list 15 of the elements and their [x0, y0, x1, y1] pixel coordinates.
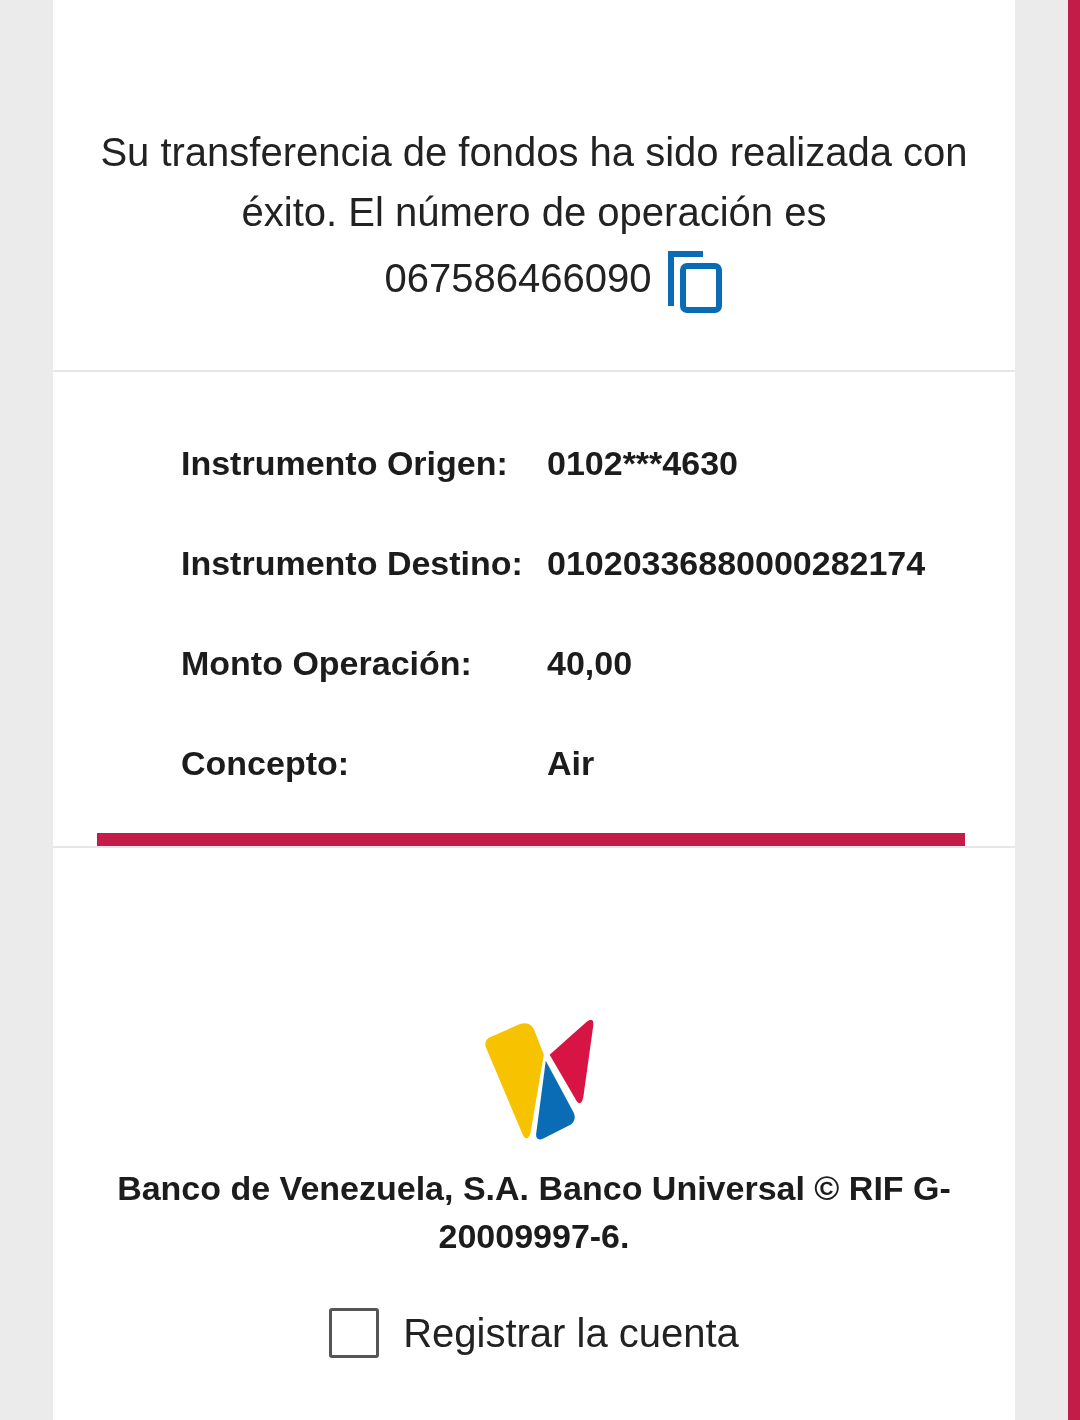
detail-label: Instrumento Origen: — [181, 444, 509, 483]
register-checkbox[interactable] — [329, 1308, 380, 1358]
detail-value: 0102***4630 — [547, 444, 738, 483]
copy-icon[interactable] — [667, 250, 724, 314]
detail-label: Monto Operación: — [181, 644, 473, 683]
detail-value: Air — [547, 744, 595, 783]
legal-text: Banco de Venezuela, S.A. Banco Universal © RIF G-20009997-6. — [116, 1168, 952, 1257]
detail-value: 40,00 — [547, 644, 633, 683]
success-message: Su transferencia de fondos ha sido realizada con éxito. El número de operación es — [99, 129, 969, 236]
detail-label: Concepto: — [181, 744, 351, 783]
operation-number: 067586466090 — [384, 255, 652, 302]
detail-value: 01020336880000282174 — [547, 544, 926, 583]
register-label: Registrar la cuenta — [403, 1310, 739, 1356]
logo-icon — [483, 1020, 595, 1142]
detail-label: Instrumento Destino: — [181, 544, 524, 583]
